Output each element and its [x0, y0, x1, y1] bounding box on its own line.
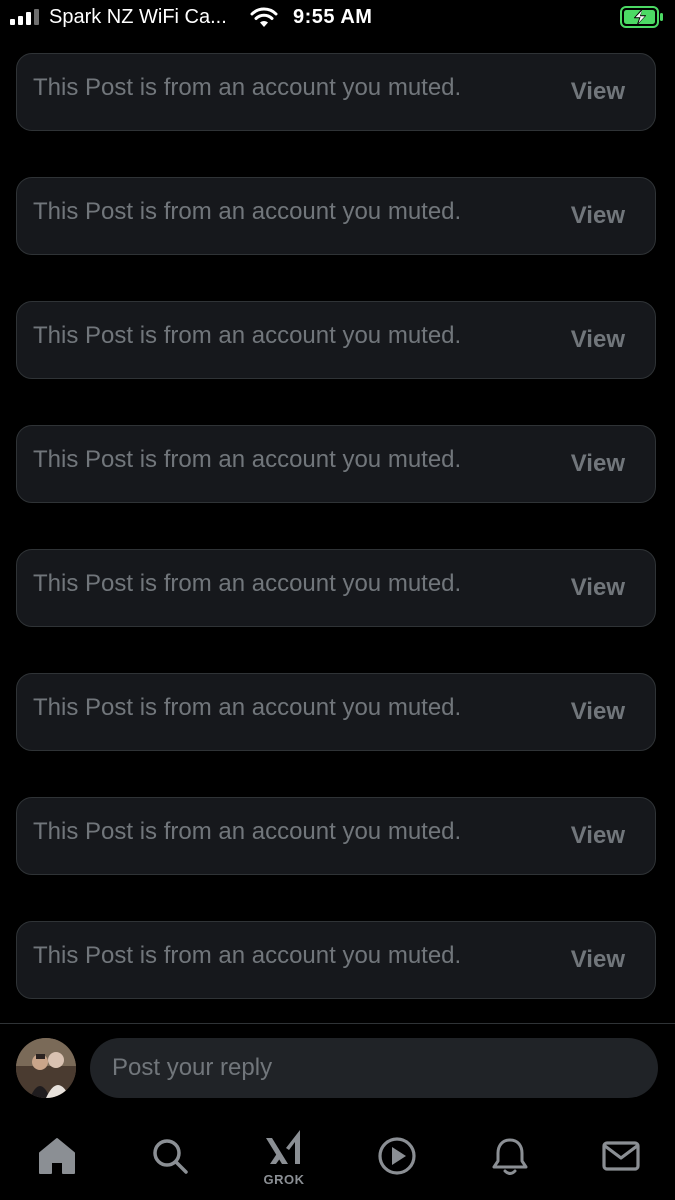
video-icon[interactable]: [375, 1134, 419, 1178]
muted-post-card: This Post is from an account you muted. …: [16, 301, 656, 379]
notifications-icon[interactable]: [488, 1134, 532, 1178]
muted-post-card: This Post is from an account you muted. …: [16, 425, 656, 503]
muted-post-notice: This Post is from an account you muted.: [33, 446, 462, 473]
carrier-name: Spark NZ WiFi Ca...: [49, 6, 227, 28]
muted-post-notice: This Post is from an account you muted.: [33, 74, 462, 101]
view-muted-post-button[interactable]: View: [571, 326, 625, 354]
muted-post-notice: This Post is from an account you muted.: [33, 198, 462, 225]
muted-post-notice: This Post is from an account you muted.: [33, 942, 462, 969]
reply-bar-divider: [0, 1023, 675, 1024]
muted-post-card: This Post is from an account you muted. …: [16, 177, 656, 255]
muted-post-card: This Post is from an account you muted. …: [16, 549, 656, 627]
reply-placeholder: Post your reply: [112, 1054, 273, 1081]
avatar-photo: [16, 1038, 76, 1098]
muted-post-notice: This Post is from an account you muted.: [33, 570, 462, 597]
bottom-nav: GROK: [0, 1112, 675, 1200]
user-avatar[interactable]: [16, 1038, 76, 1098]
status-bar: Spark NZ WiFi Ca... 9:55 AM: [0, 0, 675, 36]
view-muted-post-button[interactable]: View: [571, 822, 625, 850]
search-icon[interactable]: [148, 1134, 192, 1178]
wifi-icon: [250, 7, 278, 27]
muted-post-card: This Post is from an account you muted. …: [16, 921, 656, 999]
battery-charging-icon: [620, 6, 663, 28]
muted-post-notice: This Post is from an account you muted.: [33, 694, 462, 721]
muted-post-card: This Post is from an account you muted. …: [16, 797, 656, 875]
muted-post-notice: This Post is from an account you muted.: [33, 818, 462, 845]
view-muted-post-button[interactable]: View: [571, 450, 625, 478]
grok-label: GROK: [263, 1172, 305, 1187]
muted-post-notice: This Post is from an account you muted.: [33, 322, 462, 349]
view-muted-post-button[interactable]: View: [571, 698, 625, 726]
muted-post-card: This Post is from an account you muted. …: [16, 673, 656, 751]
grok-icon[interactable]: [262, 1126, 306, 1170]
home-icon[interactable]: [35, 1134, 79, 1178]
cellular-signal-icon: [10, 9, 39, 25]
status-time: 9:55 AM: [293, 6, 373, 28]
messages-icon[interactable]: [599, 1134, 643, 1178]
reply-input[interactable]: Post your reply: [90, 1038, 658, 1098]
view-muted-post-button[interactable]: View: [571, 202, 625, 230]
muted-post-card: This Post is from an account you muted. …: [16, 53, 656, 131]
view-muted-post-button[interactable]: View: [571, 946, 625, 974]
view-muted-post-button[interactable]: View: [571, 574, 625, 602]
view-muted-post-button[interactable]: View: [571, 78, 625, 106]
